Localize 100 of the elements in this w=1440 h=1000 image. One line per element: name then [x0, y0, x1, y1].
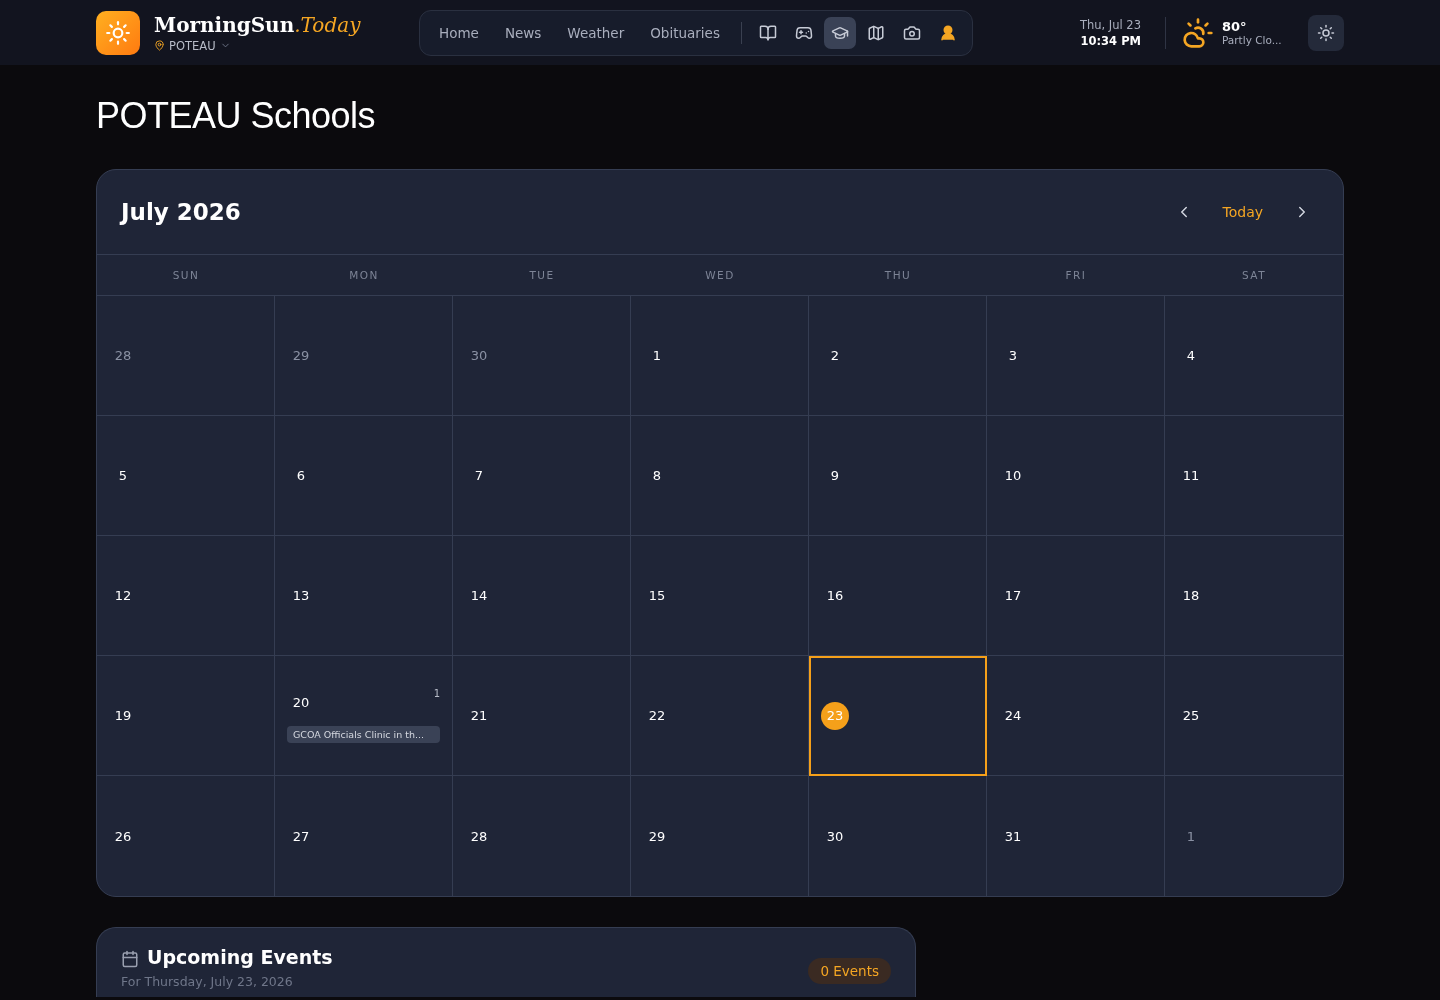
day-cell[interactable]: 15 — [631, 536, 809, 656]
today-button[interactable]: Today — [1196, 200, 1289, 224]
day-number: 7 — [473, 467, 485, 485]
day-number: 16 — [825, 587, 845, 605]
day-number: 19 — [113, 707, 133, 725]
day-number: 27 — [291, 827, 311, 846]
day-number: 26 — [113, 827, 133, 846]
day-cell[interactable]: 22 — [631, 656, 809, 776]
day-cell[interactable]: 1 — [1165, 776, 1343, 896]
day-number: 31 — [1003, 827, 1023, 846]
weekday-header: THU — [809, 255, 987, 296]
weekday-header: TUE — [453, 255, 631, 296]
day-cell[interactable]: 7 — [453, 416, 631, 536]
day-cell[interactable]: 28 — [453, 776, 631, 896]
day-number: 30 — [825, 827, 845, 846]
day-number: 13 — [291, 587, 311, 605]
current-time: 10:34 PM — [1080, 33, 1141, 48]
weekday-header: FRI — [987, 255, 1165, 296]
day-number: 3 — [1007, 347, 1019, 365]
section-title: Upcoming Events — [147, 946, 334, 968]
day-number: 24 — [1003, 707, 1023, 725]
day-cell[interactable]: 2 — [809, 296, 987, 416]
nav-link[interactable]: Home — [428, 18, 490, 47]
sun-icon[interactable] — [1317, 23, 1335, 42]
day-cell[interactable]: 13 — [275, 536, 453, 656]
day-number: 15 — [647, 587, 667, 605]
current-date: Thu, Jul 23 — [1079, 17, 1141, 32]
day-number: 11 — [1181, 467, 1201, 485]
day-cell[interactable]: 3 — [987, 296, 1165, 416]
day-cell[interactable]: 17 — [987, 536, 1165, 656]
day-number: 29 — [647, 827, 667, 846]
section-subtitle: For Thursday, July 23, 2026 — [121, 974, 294, 989]
day-cell[interactable]: 5 — [97, 416, 275, 536]
day-number: 1 — [1185, 827, 1197, 846]
day-number: 25 — [1181, 707, 1201, 725]
day-cell[interactable]: 16 — [809, 536, 987, 656]
day-cell[interactable]: 6 — [275, 416, 453, 536]
day-cell[interactable]: 19 — [97, 656, 275, 776]
school-icon[interactable] — [823, 16, 856, 49]
day-cell[interactable]: 14 — [453, 536, 631, 656]
page-title: POTEAU Schools — [96, 95, 377, 137]
day-number: 20 — [291, 693, 311, 712]
temperature: 80° — [1222, 19, 1248, 34]
pin-icon — [154, 40, 165, 51]
day-cell[interactable]: 12 — [97, 536, 275, 656]
weekday-header: WED — [631, 255, 809, 296]
day-cell[interactable]: 29 — [275, 296, 453, 416]
day-cell[interactable]: 28 — [97, 296, 275, 416]
day-cell[interactable]: 18 — [1165, 536, 1343, 656]
day-number: 5 — [117, 467, 129, 485]
day-cell[interactable]: 1 — [631, 296, 809, 416]
day-cell[interactable]: 26 — [97, 776, 275, 896]
day-cell[interactable]: 25 — [1165, 656, 1343, 776]
day-number: 28 — [113, 347, 133, 365]
theme-toggle-button[interactable] — [1308, 14, 1344, 51]
day-cell[interactable]: 30 — [453, 296, 631, 416]
weekday-header: SUN — [97, 255, 275, 296]
day-number: 8 — [651, 467, 663, 485]
day-number: 17 — [1003, 587, 1023, 605]
calendar-icon — [121, 950, 139, 968]
day-number: 22 — [647, 707, 667, 725]
day-cell[interactable]: 21 — [453, 656, 631, 776]
day-number: 10 — [1003, 467, 1023, 485]
day-number: 18 — [1181, 587, 1201, 605]
day-cell[interactable]: 11 — [1165, 416, 1343, 536]
day-number: 2 — [829, 347, 841, 365]
nav-link[interactable]: Obituaries — [639, 18, 731, 47]
day-number: 6 — [295, 467, 307, 485]
day-cell[interactable]: 24 — [987, 656, 1165, 776]
event-count-badge: 0 Events — [808, 958, 891, 984]
day-number: 30 — [469, 347, 489, 365]
day-cell[interactable]: 20 1 GCOA Officials Clinic in th... — [275, 656, 453, 776]
partly-cloudy-icon — [1182, 16, 1214, 49]
day-number: 29 — [291, 347, 311, 365]
day-number: 23 — [821, 701, 849, 730]
nav-link[interactable]: News — [493, 18, 553, 47]
day-cell[interactable]: 27 — [275, 776, 453, 896]
day-cell[interactable]: 29 — [631, 776, 809, 896]
day-cell[interactable]: 4 — [1165, 296, 1343, 416]
day-number: 9 — [829, 467, 841, 485]
day-number: 1 — [651, 347, 663, 365]
day-number: 21 — [469, 707, 489, 725]
weekday-header: SAT — [1165, 255, 1343, 296]
day-number: 14 — [469, 587, 489, 605]
day-cell[interactable]: 10 — [987, 416, 1165, 536]
day-number: 28 — [469, 827, 489, 846]
day-cell[interactable]: 9 — [809, 416, 987, 536]
sunrise-logo-icon — [96, 10, 140, 55]
weekday-header: MON — [275, 255, 453, 296]
day-number: 12 — [113, 587, 133, 605]
day-cell[interactable]: 30 — [809, 776, 987, 896]
month-title: July 2026 — [121, 199, 242, 225]
event-chip[interactable]: GCOA Officials Clinic in th... — [287, 726, 440, 743]
weather-condition: Partly Clo... — [1222, 34, 1283, 46]
day-cell[interactable]: 31 — [987, 776, 1165, 896]
nav-link[interactable]: Weather — [556, 18, 636, 47]
day-number: 4 — [1185, 347, 1197, 365]
location-selector[interactable]: POTEAU — [169, 38, 216, 53]
day-cell[interactable]: 8 — [631, 416, 809, 536]
event-count: 1 — [433, 688, 440, 699]
